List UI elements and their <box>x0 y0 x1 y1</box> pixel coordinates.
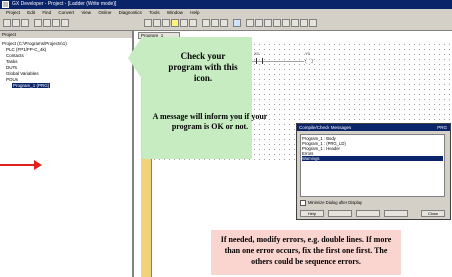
dialog-button[interactable] <box>384 210 408 217</box>
open-file-icon[interactable] <box>12 19 20 27</box>
window-title: GX Developer - Project - [Ladder (Write … <box>12 1 117 7</box>
menu-edit[interactable]: Edit <box>27 10 35 15</box>
menu-view[interactable]: View <box>81 10 91 15</box>
cut-icon[interactable] <box>43 19 51 27</box>
compare-icon[interactable] <box>300 19 308 27</box>
new-file-icon[interactable] <box>3 19 11 27</box>
find-icon[interactable] <box>162 19 170 27</box>
menu-help[interactable]: Help <box>190 10 199 15</box>
download-icon[interactable] <box>291 19 299 27</box>
copy-icon[interactable] <box>52 19 60 27</box>
rung-wire <box>268 61 304 62</box>
coil-icon[interactable] <box>211 19 219 27</box>
dialog-title-bar: Compile/Check Messages PRG <box>297 124 450 131</box>
dialog-title: Compile/Check Messages <box>299 125 352 130</box>
callout-check-text: Check your program with this icon. <box>168 51 238 83</box>
menu-convert[interactable]: Convert <box>58 10 74 15</box>
app-window: GX Developer - Project - [Ladder (Write … <box>0 0 452 277</box>
menu-window[interactable]: Window <box>167 10 183 15</box>
contact-icon[interactable] <box>202 19 210 27</box>
paste-icon[interactable] <box>61 19 69 27</box>
app-icon <box>2 1 9 8</box>
minimize-checkbox[interactable]: Minimize Dialog after Display <box>300 200 362 206</box>
undo-icon[interactable] <box>144 19 152 27</box>
compile-check-icon[interactable] <box>171 19 179 27</box>
dialog-button[interactable] <box>356 210 380 217</box>
online-icon[interactable] <box>180 19 188 27</box>
coil-label: Y0 <box>305 51 310 56</box>
menu-project[interactable]: Project <box>6 10 20 15</box>
dialog-button[interactable] <box>328 210 352 217</box>
print-icon[interactable] <box>34 19 42 27</box>
zoom-icon[interactable] <box>233 19 241 27</box>
red-arrow-icon <box>34 160 42 170</box>
menu-bar: Project Edit Find Convert View Online Di… <box>0 9 452 17</box>
settings-icon[interactable] <box>309 19 317 27</box>
step-icon[interactable] <box>255 19 263 27</box>
close-button[interactable]: Close <box>421 210 445 217</box>
monitor-icon[interactable] <box>189 19 197 27</box>
upload-icon[interactable] <box>282 19 290 27</box>
error-note: If needed, modify errors, e.g. double li… <box>211 230 401 275</box>
checkbox-icon[interactable] <box>300 200 306 206</box>
menu-online[interactable]: Online <box>98 10 111 15</box>
message-list[interactable]: Program_1 : Body Program_1 : (PRG_LD) Pr… <box>300 134 445 197</box>
red-arrow-shaft <box>0 164 35 166</box>
list-item-selected[interactable]: Warnings <box>302 156 443 161</box>
menu-tools[interactable]: Tools <box>149 10 160 15</box>
project-tree: Project (C:\Programs\Projects\1) PLC (FP… <box>2 41 67 89</box>
grid-icon[interactable] <box>246 19 254 27</box>
help-button[interactable]: Help <box>300 210 324 217</box>
save-icon[interactable] <box>21 19 29 27</box>
contact-symbol[interactable] <box>256 58 263 64</box>
callout-inform-text: A message will inform you if your progra… <box>152 112 268 131</box>
toolbar <box>0 17 452 31</box>
compile-messages-dialog: Compile/Check Messages PRG Program_1 : B… <box>296 123 451 220</box>
tree-item-program-1[interactable]: Program_1 (PRG) <box>12 83 51 88</box>
stop-icon[interactable] <box>273 19 281 27</box>
line-icon[interactable] <box>220 19 228 27</box>
coil-symbol[interactable] <box>305 58 313 64</box>
project-navigator: Project Project (C:\Programs\Projects\1)… <box>0 31 134 277</box>
run-icon[interactable] <box>264 19 272 27</box>
title-bar: GX Developer - Project - [Ladder (Write … <box>0 0 452 9</box>
panel-title: Project <box>0 31 132 38</box>
menu-find[interactable]: Find <box>42 10 51 15</box>
contact-label: X0 <box>254 51 259 56</box>
menu-diagnostics[interactable]: Diagnostics <box>119 10 142 15</box>
dialog-title-tag: PRG <box>437 125 447 130</box>
checkbox-label: Minimize Dialog after Display <box>308 200 362 206</box>
redo-icon[interactable] <box>153 19 161 27</box>
